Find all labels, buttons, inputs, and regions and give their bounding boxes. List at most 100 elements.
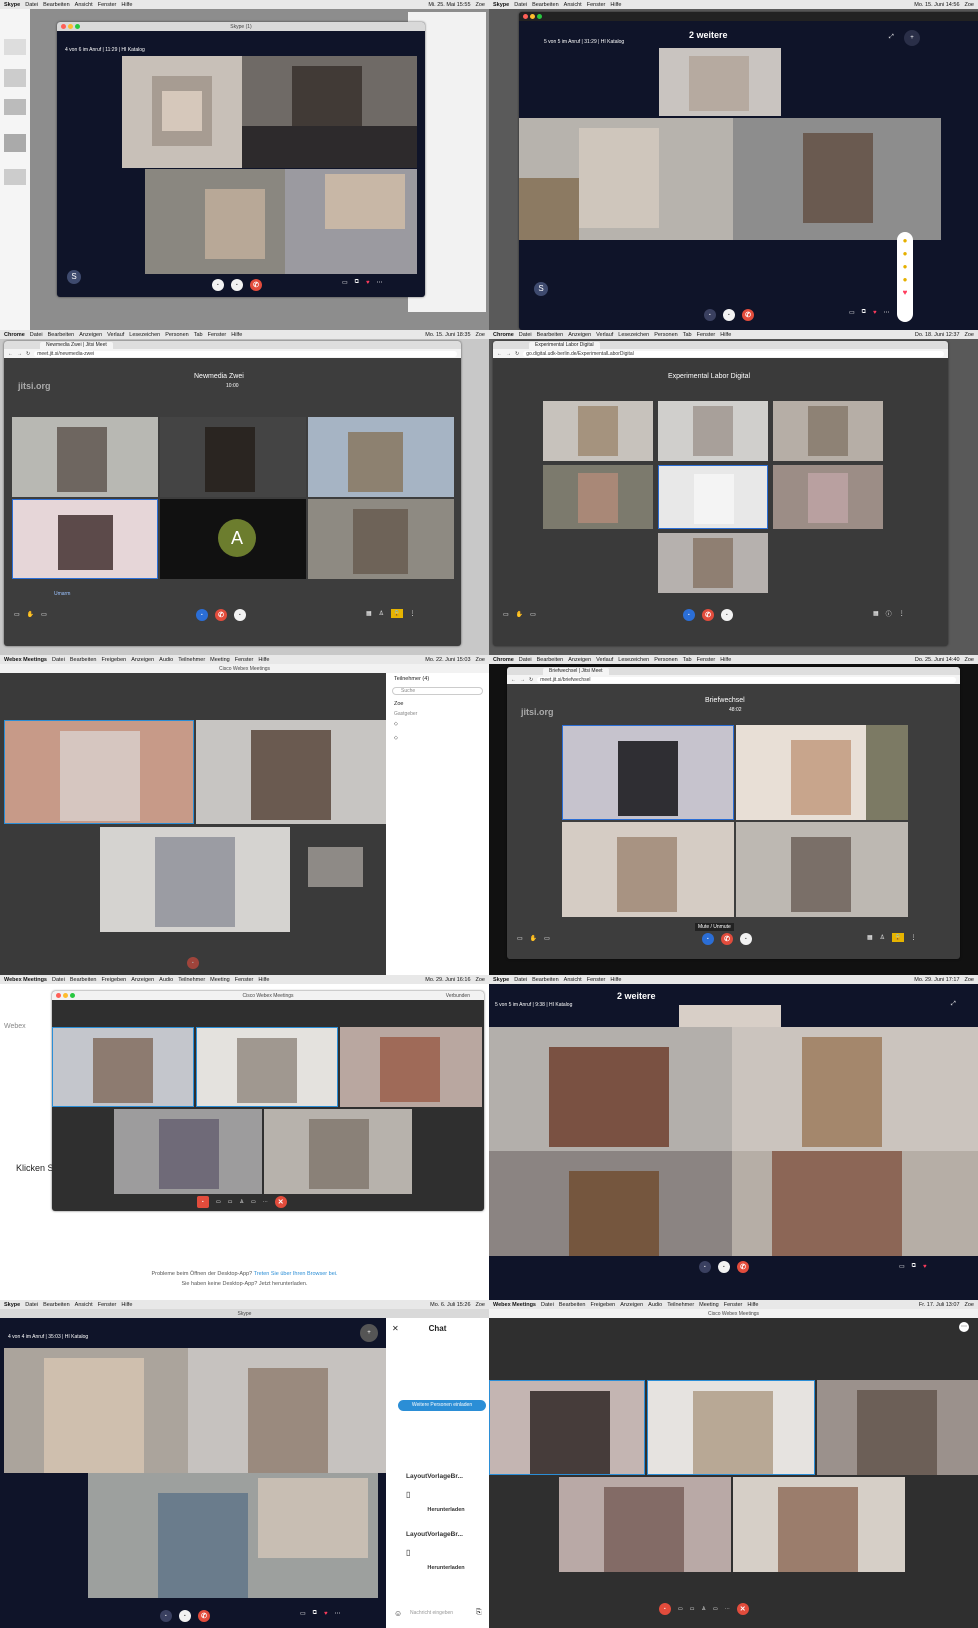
menu-item[interactable]: Fenster bbox=[587, 2, 606, 8]
menubar-app[interactable]: Chrome bbox=[493, 332, 514, 338]
menu-item[interactable]: Datei bbox=[25, 1302, 38, 1308]
add-people-button[interactable]: + bbox=[360, 1324, 378, 1342]
browser-tab[interactable]: Newmedia Zwei | Jitsi Meet bbox=[40, 342, 113, 349]
menu-item[interactable]: Bearbeiten bbox=[48, 332, 75, 338]
chat-icon[interactable]: ▭ bbox=[530, 611, 536, 618]
camera-toggle-button[interactable]: · bbox=[740, 933, 752, 945]
menubar-app[interactable]: Chrome bbox=[493, 657, 514, 663]
menu-item[interactable]: Hilfe bbox=[258, 657, 269, 663]
url-field[interactable]: meet.jit.si/briefwechsel bbox=[537, 676, 956, 683]
emoji-wow-icon[interactable]: ● bbox=[903, 262, 908, 271]
maximize-window-button[interactable] bbox=[537, 14, 542, 19]
reload-icon[interactable]: ↻ bbox=[529, 677, 533, 683]
menu-item[interactable]: Datei bbox=[25, 2, 38, 8]
browser-tab[interactable]: Briefwechsel | Jitsi Meet bbox=[543, 668, 609, 675]
forward-icon[interactable]: → bbox=[520, 677, 525, 683]
menubar-user[interactable]: Zoe bbox=[476, 332, 485, 338]
tile-view-icon[interactable]: ▦ bbox=[873, 610, 879, 617]
video-tile[interactable] bbox=[733, 118, 941, 240]
menu-item[interactable]: Bearbeiten bbox=[70, 977, 97, 983]
camera-icon[interactable]: ▭ bbox=[216, 1199, 221, 1205]
participants-icon[interactable]: ♙ bbox=[701, 1606, 705, 1612]
chat-icon[interactable]: ▭ bbox=[544, 935, 550, 942]
menu-item[interactable]: Datei bbox=[519, 332, 532, 338]
video-tile[interactable] bbox=[308, 847, 363, 887]
emoji-icon[interactable]: ☺ bbox=[394, 1609, 402, 1618]
hang-up-button[interactable]: ✕ bbox=[274, 1196, 287, 1208]
menu-item[interactable]: Lesezeichen bbox=[618, 332, 649, 338]
menu-item[interactable]: Hilfe bbox=[747, 1302, 758, 1308]
video-tile[interactable] bbox=[52, 1027, 194, 1107]
menu-item[interactable]: Audio bbox=[159, 657, 173, 663]
raise-hand-icon[interactable]: ✋ bbox=[27, 611, 34, 618]
video-tile[interactable] bbox=[489, 1027, 732, 1151]
menu-item[interactable]: Hilfe bbox=[231, 332, 242, 338]
menu-item[interactable]: Anzeigen bbox=[79, 332, 102, 338]
hang-up-button[interactable]: ✆ bbox=[721, 933, 733, 945]
url-field[interactable]: go.digital.udk-berlin.de/ExperimentalLab… bbox=[523, 350, 944, 357]
menu-item[interactable]: Ansicht bbox=[564, 2, 582, 8]
menu-item[interactable]: Fenster bbox=[697, 657, 716, 663]
participant-row[interactable]: ◇ bbox=[386, 717, 489, 731]
file-message[interactable]: LayoutVorlageBr... ▯ Herunterladen bbox=[406, 1473, 486, 1513]
video-tile[interactable] bbox=[519, 118, 733, 240]
hang-up-button[interactable]: ✆ bbox=[737, 1261, 749, 1273]
menu-item[interactable]: Fenster bbox=[98, 1302, 117, 1308]
menubar-user[interactable]: Zoe bbox=[476, 977, 485, 983]
heart-reaction-icon[interactable]: ♥ bbox=[366, 280, 370, 286]
menubar-app[interactable]: Skype bbox=[4, 1302, 20, 1308]
browser-tab[interactable]: Experimental Labor Digital bbox=[529, 342, 600, 349]
video-tile[interactable] bbox=[773, 465, 883, 529]
video-tile[interactable] bbox=[817, 1380, 978, 1475]
file-message[interactable]: LayoutVorlageBr... ▯ Herunterladen bbox=[406, 1531, 486, 1571]
menu-item[interactable]: Datei bbox=[52, 977, 65, 983]
video-tile[interactable] bbox=[658, 465, 768, 529]
menu-item[interactable]: Anzeigen bbox=[568, 657, 591, 663]
mute-mic-button[interactable]: · bbox=[197, 1196, 209, 1208]
menubar-app[interactable]: Skype bbox=[493, 977, 509, 983]
menu-item[interactable]: Meeting bbox=[210, 657, 230, 663]
info-icon[interactable]: ⓘ bbox=[886, 609, 892, 618]
message-input[interactable]: Nachricht eingeben bbox=[410, 1610, 453, 1616]
menu-item[interactable]: Fenster bbox=[235, 657, 254, 663]
chat-icon[interactable]: ▭ bbox=[899, 1263, 905, 1270]
menu-item[interactable]: Verlauf bbox=[596, 332, 613, 338]
video-tile[interactable] bbox=[489, 1380, 645, 1475]
menu-item[interactable]: Tab bbox=[683, 332, 692, 338]
heart-reaction-icon[interactable]: ♥ bbox=[324, 1611, 328, 1617]
menu-item[interactable]: Hilfe bbox=[720, 332, 731, 338]
menubar-user[interactable]: Zoe bbox=[476, 657, 485, 663]
video-tile[interactable] bbox=[559, 1477, 731, 1572]
chat-icon[interactable]: ▭ bbox=[300, 1610, 306, 1617]
menu-item[interactable]: Hilfe bbox=[720, 657, 731, 663]
menu-item[interactable]: Hilfe bbox=[610, 977, 621, 983]
download-button[interactable]: Herunterladen bbox=[406, 1507, 486, 1513]
menu-item[interactable]: Verlauf bbox=[596, 657, 613, 663]
tile-view-icon[interactable]: ▦ bbox=[867, 934, 873, 941]
hang-up-button[interactable]: ✆ bbox=[215, 609, 227, 621]
menubar-user[interactable]: Zoe bbox=[476, 1302, 485, 1308]
menu-item[interactable]: Anzeigen bbox=[620, 1302, 643, 1308]
video-tile[interactable] bbox=[658, 533, 768, 593]
mute-mic-button[interactable]: · bbox=[699, 1261, 711, 1273]
back-icon[interactable]: ← bbox=[497, 351, 502, 357]
menubar-app[interactable]: Skype bbox=[493, 2, 509, 8]
menu-item[interactable]: Fenster bbox=[587, 977, 606, 983]
menu-item[interactable]: Hilfe bbox=[258, 977, 269, 983]
menu-item[interactable]: Fenster bbox=[98, 2, 117, 8]
video-tile[interactable] bbox=[122, 56, 242, 168]
mute-mic-button[interactable]: · bbox=[683, 609, 695, 621]
menu-item[interactable]: Verlauf bbox=[107, 332, 124, 338]
share-screen-icon[interactable]: ▭ bbox=[517, 935, 523, 942]
reload-icon[interactable]: ↻ bbox=[515, 351, 519, 357]
camera-toggle-button[interactable]: · bbox=[234, 609, 246, 621]
menu-item[interactable]: Bearbeiten bbox=[559, 1302, 586, 1308]
participant-row[interactable]: Zoe bbox=[386, 697, 489, 711]
video-tile[interactable] bbox=[732, 1151, 978, 1256]
more-options-icon[interactable]: ⋯ bbox=[377, 279, 383, 286]
menu-item[interactable]: Personen bbox=[165, 332, 189, 338]
video-tile[interactable] bbox=[160, 417, 306, 497]
video-tile[interactable] bbox=[489, 1151, 732, 1256]
menubar-user[interactable]: Zoe bbox=[965, 1302, 974, 1308]
menu-item[interactable]: Bearbeiten bbox=[537, 332, 564, 338]
